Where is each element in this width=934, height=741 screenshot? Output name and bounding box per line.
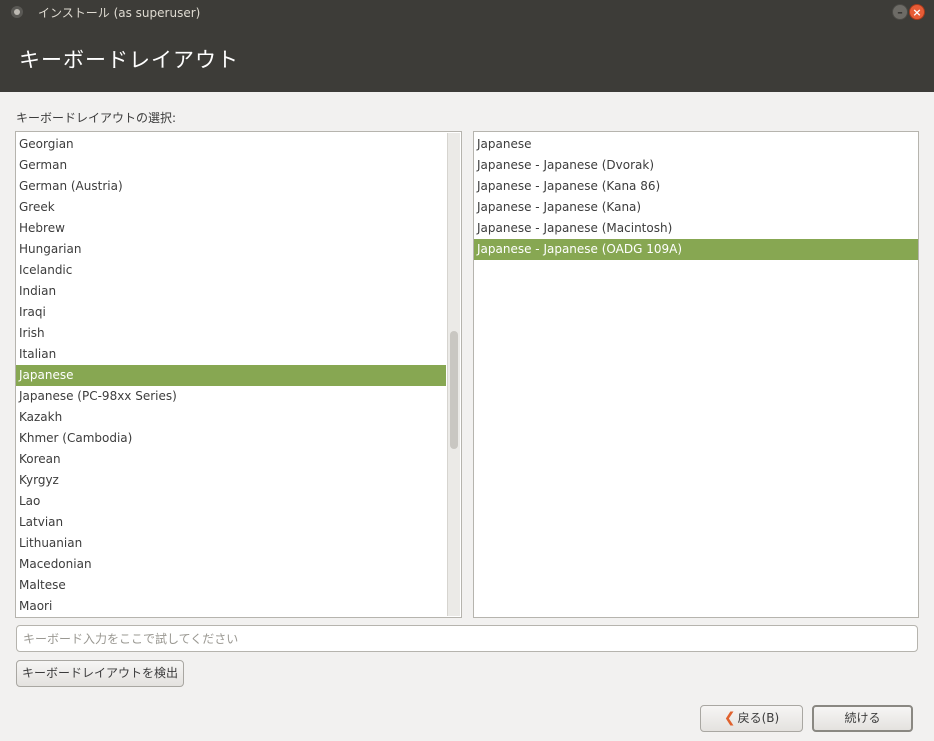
layout-list-items: Georgian German German (Austria) Greek Hebre… bbox=[16, 134, 446, 617]
keyboard-test-input[interactable] bbox=[16, 625, 918, 652]
layout-list-item[interactable]: Korean bbox=[16, 449, 446, 470]
layout-list-item[interactable]: Georgian bbox=[16, 134, 446, 155]
continue-button[interactable]: 続ける bbox=[812, 705, 913, 732]
layout-list-item[interactable]: Maori bbox=[16, 596, 446, 617]
layout-list-item[interactable]: Greek bbox=[16, 197, 446, 218]
variant-list-item[interactable]: Japanese - Japanese (Kana) bbox=[474, 197, 918, 218]
variant-list-item[interactable]: Japanese - Japanese (Macintosh) bbox=[474, 218, 918, 239]
layout-list-scrollbar[interactable] bbox=[447, 133, 460, 616]
layout-list-item[interactable]: Hungarian bbox=[16, 239, 446, 260]
layout-list-item[interactable]: German (Austria) bbox=[16, 176, 446, 197]
layout-list-item[interactable]: German bbox=[16, 155, 446, 176]
layout-list-item[interactable]: Khmer (Cambodia) bbox=[16, 428, 446, 449]
layout-list-item[interactable]: Kyrgyz bbox=[16, 470, 446, 491]
close-button[interactable]: × bbox=[909, 4, 925, 20]
layout-list-item[interactable]: Maltese bbox=[16, 575, 446, 596]
layout-list-item[interactable]: Japanese (PC-98xx Series) bbox=[16, 386, 446, 407]
layout-list-item[interactable]: Iraqi bbox=[16, 302, 446, 323]
back-button-label: 戻る(B) bbox=[737, 711, 780, 725]
layout-list-item[interactable]: Japanese bbox=[16, 365, 446, 386]
variant-list-item[interactable]: Japanese - Japanese (Dvorak) bbox=[474, 155, 918, 176]
layout-list-item[interactable]: Lithuanian bbox=[16, 533, 446, 554]
layout-list-item[interactable]: Macedonian bbox=[16, 554, 446, 575]
variant-list-item[interactable]: Japanese - Japanese (OADG 109A) bbox=[474, 239, 918, 260]
chevron-left-icon: ❮ bbox=[723, 710, 736, 726]
layout-list-item[interactable]: Hebrew bbox=[16, 218, 446, 239]
title-bar: インストール (as superuser) – × bbox=[0, 0, 934, 24]
layout-list-item[interactable]: Lao bbox=[16, 491, 446, 512]
window-title: インストール (as superuser) bbox=[38, 6, 201, 20]
layout-list-item[interactable]: Icelandic bbox=[16, 260, 446, 281]
layout-list[interactable]: Georgian German German (Austria) Greek Hebre… bbox=[15, 131, 462, 618]
variant-list[interactable]: Japanese Japanese - Japanese (Dvorak) Japa… bbox=[473, 131, 919, 618]
layout-list-item[interactable]: Latvian bbox=[16, 512, 446, 533]
detect-layout-button[interactable]: キーボードレイアウトを検出 bbox=[16, 660, 184, 687]
installer-window: インストール (as superuser) – × キーボードレイアウト キーボ… bbox=[0, 0, 934, 741]
back-button[interactable]: ❮ 戻る(B) bbox=[700, 705, 803, 732]
variant-list-item[interactable]: Japanese bbox=[474, 134, 918, 155]
variant-list-item[interactable]: Japanese - Japanese (Kana 86) bbox=[474, 176, 918, 197]
layout-select-label: キーボードレイアウトの選択: bbox=[16, 111, 177, 125]
layout-list-item[interactable]: Kazakh bbox=[16, 407, 446, 428]
layout-list-item[interactable]: Indian bbox=[16, 281, 446, 302]
layout-list-scroll-thumb[interactable] bbox=[450, 331, 458, 449]
page-header: キーボードレイアウト bbox=[0, 24, 934, 92]
variant-list-items: Japanese Japanese - Japanese (Dvorak) Japa… bbox=[474, 134, 918, 260]
minimize-button[interactable]: – bbox=[892, 4, 908, 20]
app-icon bbox=[11, 6, 23, 18]
layout-list-item[interactable]: Irish bbox=[16, 323, 446, 344]
page-title: キーボードレイアウト bbox=[19, 48, 239, 72]
layout-list-item[interactable]: Italian bbox=[16, 344, 446, 365]
